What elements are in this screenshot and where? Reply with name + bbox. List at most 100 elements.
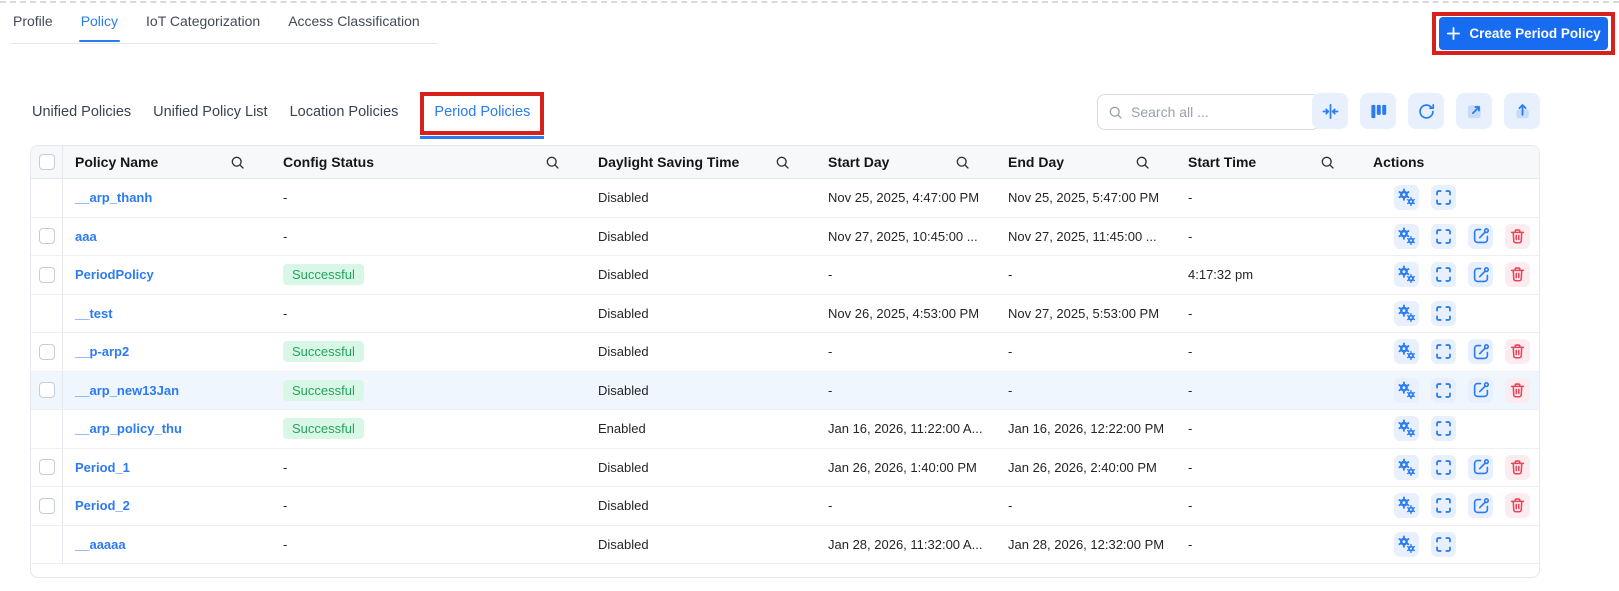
expand-button[interactable] xyxy=(1431,224,1456,249)
delete-button[interactable] xyxy=(1505,493,1530,518)
edit-button[interactable] xyxy=(1468,493,1493,518)
cell-end-day: Nov 27, 2025, 5:53:00 PM xyxy=(996,306,1176,321)
settings-button[interactable] xyxy=(1394,493,1419,518)
subtab-unified-policies[interactable]: Unified Policies xyxy=(32,92,131,120)
edit-button[interactable] xyxy=(1468,455,1493,480)
policy-name-link[interactable]: Period_1 xyxy=(75,460,130,475)
tab-iot-categorization[interactable]: IoT Categorization xyxy=(146,13,260,42)
delete-icon xyxy=(1508,458,1527,477)
cell-policy-name: __p-arp2 xyxy=(63,344,271,359)
row-checkbox[interactable] xyxy=(39,267,55,283)
cell-select xyxy=(31,256,63,294)
column-search-icon[interactable] xyxy=(1135,155,1150,170)
policy-name-link[interactable]: __aaaaa xyxy=(75,537,126,552)
column-search-icon[interactable] xyxy=(955,155,970,170)
expand-icon xyxy=(1434,342,1453,361)
search-input[interactable] xyxy=(1131,104,1309,120)
row-checkbox[interactable] xyxy=(39,498,55,514)
subtab-unified-policy-list[interactable]: Unified Policy List xyxy=(153,92,267,120)
cell-actions xyxy=(1361,493,1539,518)
expand-button[interactable] xyxy=(1431,532,1456,557)
policy-name-link[interactable]: aaa xyxy=(75,229,97,244)
edit-button[interactable] xyxy=(1468,262,1493,287)
settings-button[interactable] xyxy=(1394,185,1419,210)
column-label: Daylight Saving Time xyxy=(598,154,739,170)
settings-button[interactable] xyxy=(1394,455,1419,480)
collapse-columns-icon xyxy=(1321,102,1340,121)
settings-button[interactable] xyxy=(1394,416,1419,441)
expand-button[interactable] xyxy=(1431,262,1456,287)
upload-button[interactable] xyxy=(1504,93,1540,129)
expand-button[interactable] xyxy=(1431,378,1456,403)
policy-name-link[interactable]: __arp_thanh xyxy=(75,190,152,205)
collapse-columns-button[interactable] xyxy=(1312,93,1348,129)
row-checkbox[interactable] xyxy=(39,459,55,475)
expand-icon xyxy=(1434,535,1453,554)
delete-button[interactable] xyxy=(1505,455,1530,480)
column-label: End Day xyxy=(1008,154,1064,170)
table-columns-icon xyxy=(1369,102,1388,121)
policy-name-link[interactable]: __arp_new13Jan xyxy=(75,383,179,398)
table-toolbar xyxy=(1312,93,1540,129)
edit-button[interactable] xyxy=(1468,339,1493,364)
row-checkbox[interactable] xyxy=(39,382,55,398)
cell-actions xyxy=(1361,262,1539,287)
policy-subtab-bar: Unified Policies Unified Policy List Locat… xyxy=(32,92,544,135)
open-external-button[interactable] xyxy=(1456,93,1492,129)
status-badge: Successful xyxy=(283,418,364,439)
settings-button[interactable] xyxy=(1394,224,1419,249)
delete-button[interactable] xyxy=(1505,262,1530,287)
cell-end-day: - xyxy=(996,383,1176,398)
select-all-checkbox[interactable] xyxy=(39,154,55,170)
cell-select xyxy=(31,179,63,217)
tab-policy[interactable]: Policy xyxy=(81,13,118,42)
create-period-policy-button[interactable]: Create Period Policy xyxy=(1439,17,1608,50)
subtab-period-policies[interactable]: Period Policies xyxy=(420,92,544,135)
cell-end-day: Nov 27, 2025, 11:45:00 ... xyxy=(996,229,1176,244)
settings-button[interactable] xyxy=(1394,262,1419,287)
settings-button[interactable] xyxy=(1394,532,1419,557)
cell-policy-name: __arp_policy_thu xyxy=(63,421,271,436)
column-search-icon[interactable] xyxy=(230,155,245,170)
settings-button[interactable] xyxy=(1394,301,1419,326)
policy-name-link[interactable]: PeriodPolicy xyxy=(75,267,154,282)
column-label: Policy Name xyxy=(75,154,158,170)
cell-end-day: - xyxy=(996,498,1176,513)
subtab-location-policies[interactable]: Location Policies xyxy=(290,92,399,120)
edit-button[interactable] xyxy=(1468,378,1493,403)
delete-button[interactable] xyxy=(1505,224,1530,249)
delete-button[interactable] xyxy=(1505,378,1530,403)
expand-button[interactable] xyxy=(1431,416,1456,441)
expand-button[interactable] xyxy=(1431,339,1456,364)
cell-daylight-saving-time: Disabled xyxy=(586,383,816,398)
expand-button[interactable] xyxy=(1431,301,1456,326)
expand-button[interactable] xyxy=(1431,185,1456,210)
row-checkbox[interactable] xyxy=(39,344,55,360)
expand-icon xyxy=(1434,227,1453,246)
policy-name-link[interactable]: __test xyxy=(75,306,113,321)
delete-button[interactable] xyxy=(1505,339,1530,364)
cell-config-status: - xyxy=(271,537,586,552)
policy-name-link[interactable]: Period_2 xyxy=(75,498,130,513)
policy-name-link[interactable]: __p-arp2 xyxy=(75,344,129,359)
policy-name-link[interactable]: __arp_policy_thu xyxy=(75,421,182,436)
edit-icon xyxy=(1471,342,1491,362)
column-search-icon[interactable] xyxy=(775,155,790,170)
tab-access-classification[interactable]: Access Classification xyxy=(288,13,420,42)
row-checkbox[interactable] xyxy=(39,228,55,244)
tab-profile[interactable]: Profile xyxy=(13,13,53,42)
cell-daylight-saving-time: Enabled xyxy=(586,421,816,436)
expand-button[interactable] xyxy=(1431,493,1456,518)
refresh-button[interactable] xyxy=(1408,93,1444,129)
table-columns-button[interactable] xyxy=(1360,93,1396,129)
column-search-icon[interactable] xyxy=(1320,155,1335,170)
active-subtab-underline xyxy=(420,136,544,139)
edit-button[interactable] xyxy=(1468,224,1493,249)
open-external-icon xyxy=(1465,102,1484,121)
settings-button[interactable] xyxy=(1394,339,1419,364)
edit-icon xyxy=(1471,265,1491,285)
column-search-icon[interactable] xyxy=(545,155,560,170)
settings-button[interactable] xyxy=(1394,378,1419,403)
cell-start-time: - xyxy=(1176,498,1361,513)
expand-button[interactable] xyxy=(1431,455,1456,480)
